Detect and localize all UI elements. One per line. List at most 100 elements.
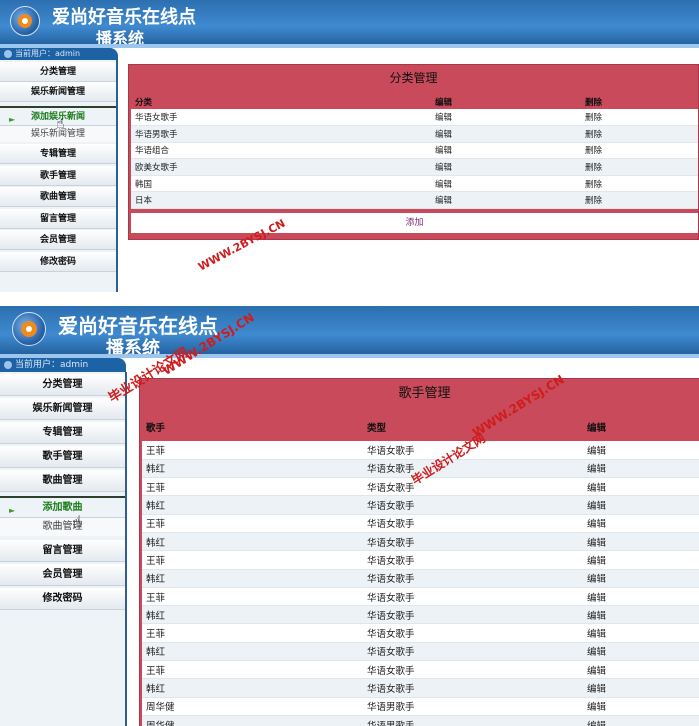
delete-link[interactable]: 删除	[581, 191, 698, 210]
table-row: 韩国 编辑 删除	[131, 175, 698, 193]
table-row: 王菲 华语女歌手 编辑	[142, 550, 699, 570]
sidebar-item-message[interactable]: 留言管理	[0, 209, 116, 229]
singer-type: 华语女歌手	[363, 477, 583, 497]
delete-link[interactable]	[695, 495, 699, 515]
edit-link[interactable]: 编辑	[431, 109, 581, 127]
edit-link[interactable]: 编辑	[431, 125, 581, 143]
delete-link[interactable]	[695, 587, 699, 607]
delete-link[interactable]	[695, 477, 699, 497]
delete-link[interactable]: 删除	[581, 142, 698, 160]
singer-name: 韩红	[142, 642, 363, 662]
edit-link[interactable]: 编辑	[431, 175, 581, 193]
column-header: 删除	[695, 413, 699, 441]
edit-link[interactable]: 编辑	[583, 605, 695, 625]
delete-link[interactable]	[695, 441, 699, 460]
table-row: 华语男歌手 编辑 删除	[131, 125, 698, 143]
edit-link[interactable]: 编辑	[583, 550, 695, 570]
sidebar-item-singer[interactable]: 歌手管理	[0, 166, 116, 186]
edit-link[interactable]: 编辑	[583, 697, 695, 716]
singer-name: 王菲	[142, 477, 363, 497]
sidebar-subitem-song-manage[interactable]: 歌曲管理	[0, 518, 125, 536]
table-row: 华语女歌手 编辑 删除	[131, 109, 698, 127]
table-row: 韩红 华语女歌手 编辑	[142, 678, 699, 698]
header-banner: 爱尚好音乐在线点 播系统	[0, 306, 699, 359]
add-category-row: 添加	[131, 213, 698, 233]
delete-link[interactable]	[695, 569, 699, 588]
column-header: 删除	[581, 95, 698, 109]
sidebar-item-song[interactable]: 歌曲管理	[0, 470, 125, 492]
singer-name: 王菲	[142, 514, 363, 533]
sidebar-item-news[interactable]: 娱乐新闻管理	[0, 82, 116, 102]
delete-link[interactable]	[695, 459, 699, 479]
delete-link[interactable]	[695, 514, 699, 533]
singer-name: 王菲	[142, 623, 363, 643]
edit-link[interactable]: 编辑	[583, 495, 695, 515]
column-header: 编辑	[583, 413, 695, 441]
singer-type: 华语女歌手	[363, 459, 583, 479]
hand-cursor-icon: ☝	[72, 512, 82, 531]
table-row: 华语组合 编辑 删除	[131, 142, 698, 160]
edit-link[interactable]: 编辑	[583, 514, 695, 533]
delete-link[interactable]: 删除	[581, 175, 698, 193]
singer-name: 韩红	[142, 605, 363, 625]
edit-link[interactable]: 编辑	[583, 678, 695, 698]
delete-link[interactable]	[695, 605, 699, 625]
delete-link[interactable]	[695, 532, 699, 552]
table-row: 王菲 华语女歌手 编辑	[142, 441, 699, 460]
edit-link[interactable]: 编辑	[583, 569, 695, 588]
edit-link[interactable]: 编辑	[431, 142, 581, 160]
edit-link[interactable]: 编辑	[583, 441, 695, 460]
singer-type: 华语女歌手	[363, 495, 583, 515]
main-content: 歌手管理 歌手 类型 编辑 删除 王菲华语女歌手编辑 韩红华语女歌手编辑 王菲华…	[129, 372, 699, 726]
singer-type: 华语女歌手	[363, 569, 583, 588]
delete-link[interactable]	[695, 642, 699, 662]
sidebar-item-member[interactable]: 会员管理	[0, 564, 125, 586]
sidebar-item-news[interactable]: 娱乐新闻管理	[0, 398, 125, 420]
delete-link[interactable]: 删除	[581, 109, 698, 127]
singer-name: 韩红	[142, 678, 363, 698]
edit-link[interactable]: 编辑	[583, 587, 695, 607]
column-header: 歌手	[142, 413, 363, 441]
screenshot-singer-management: 爱尚好音乐在线点 播系统 当前用户：admin 分类管理 娱乐新闻管理 专辑管理…	[0, 306, 699, 726]
edit-link[interactable]: 编辑	[431, 158, 581, 176]
singer-table: 歌手 类型 编辑 删除 王菲华语女歌手编辑 韩红华语女歌手编辑 王菲华语女歌手编…	[142, 413, 699, 726]
sidebar-item-category[interactable]: 分类管理	[0, 62, 116, 82]
current-user-label: 当前用户：	[15, 49, 55, 58]
edit-link[interactable]: 编辑	[583, 477, 695, 497]
sidebar-item-album[interactable]: 专辑管理	[0, 422, 125, 444]
delete-link[interactable]	[695, 697, 699, 716]
singer-name: 王菲	[142, 550, 363, 570]
edit-link[interactable]: 编辑	[583, 715, 695, 726]
sidebar-item-member[interactable]: 会员管理	[0, 230, 116, 250]
sidebar-item-album[interactable]: 专辑管理	[0, 144, 116, 164]
singer-type: 华语女歌手	[363, 550, 583, 570]
singer-type: 华语女歌手	[363, 514, 583, 533]
singer-name: 韩红	[142, 495, 363, 515]
edit-link[interactable]: 编辑	[583, 642, 695, 662]
sidebar-item-singer[interactable]: 歌手管理	[0, 446, 125, 468]
delete-link[interactable]	[695, 623, 699, 643]
delete-link[interactable]	[695, 715, 699, 726]
logo-icon	[10, 6, 40, 36]
delete-link[interactable]: 删除	[581, 125, 698, 143]
delete-link[interactable]	[695, 660, 699, 680]
sidebar-item-song[interactable]: 歌曲管理	[0, 187, 116, 207]
sidebar-item-message[interactable]: 留言管理	[0, 540, 125, 562]
edit-link[interactable]: 编辑	[583, 532, 695, 552]
edit-link[interactable]: 编辑	[583, 623, 695, 643]
singer-name: 周华健	[142, 697, 363, 716]
sidebar-item-password[interactable]: 修改密码	[0, 252, 116, 272]
singer-type: 华语男歌手	[363, 697, 583, 716]
sidebar-item-password[interactable]: 修改密码	[0, 588, 125, 610]
delete-link[interactable]: 删除	[581, 158, 698, 176]
edit-link[interactable]: 编辑	[583, 459, 695, 479]
singer-type: 华语女歌手	[363, 660, 583, 680]
add-button[interactable]: 添加	[405, 218, 423, 228]
table-row: 欧美女歌手 编辑 删除	[131, 158, 698, 176]
delete-link[interactable]	[695, 550, 699, 570]
sidebar-item-add-song[interactable]: ► 添加歌曲	[0, 496, 125, 518]
delete-link[interactable]	[695, 678, 699, 698]
edit-link[interactable]: 编辑	[431, 191, 581, 210]
singer-name: 王菲	[142, 441, 363, 460]
edit-link[interactable]: 编辑	[583, 660, 695, 680]
